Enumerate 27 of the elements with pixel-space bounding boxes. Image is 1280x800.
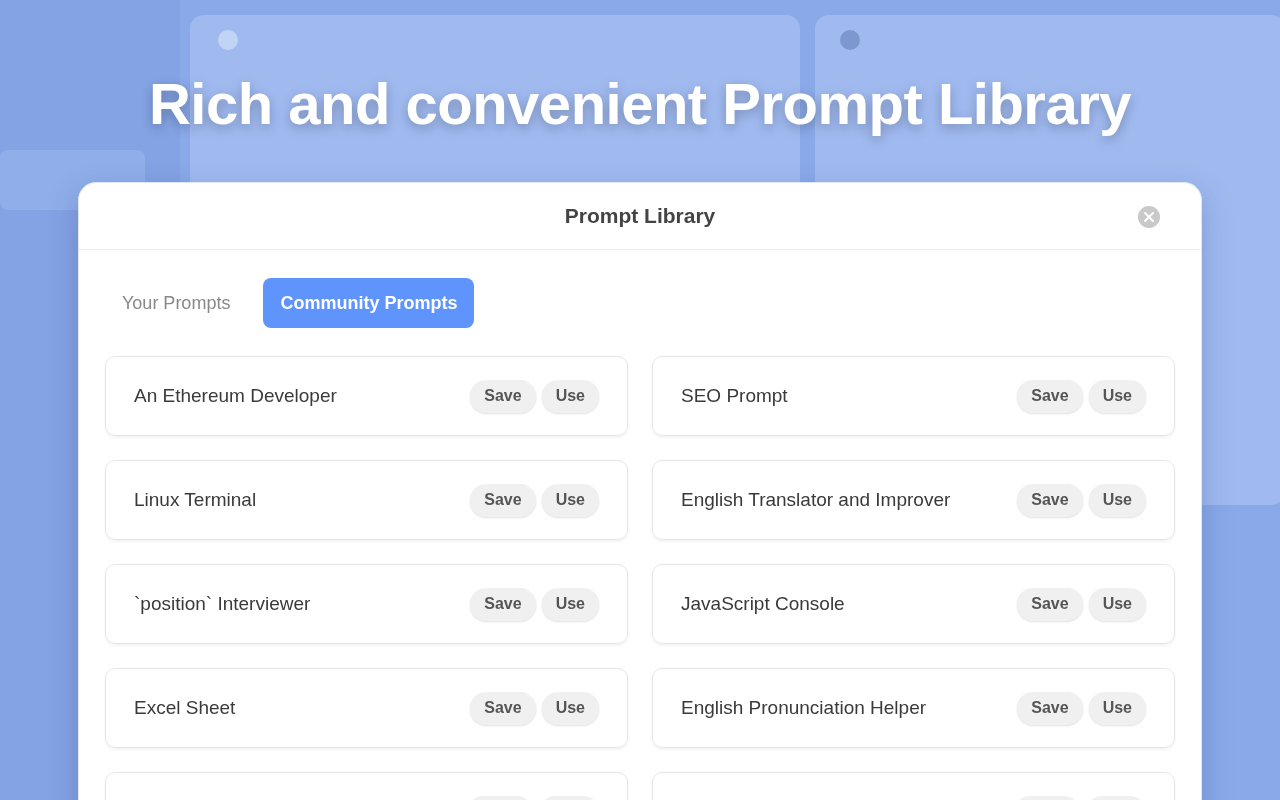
prompt-title: English Translator and Improver xyxy=(681,489,952,511)
dialog-title: Prompt Library xyxy=(564,204,716,228)
prompt-action-button[interactable]: Use xyxy=(1088,483,1146,517)
prompt-action-button[interactable]: Use xyxy=(1088,379,1146,413)
headline: Rich and convenient Prompt Library xyxy=(148,72,1132,136)
prompt-action-button[interactable]: Save xyxy=(470,587,536,621)
prompt-action-button[interactable]: Save xyxy=(470,379,536,413)
prompt-action-button[interactable]: Save xyxy=(1017,587,1083,621)
prompt-title: `position` Interviewer xyxy=(134,593,312,615)
prompt-action-button[interactable]: Use xyxy=(541,483,599,517)
prompt-title: JavaScript Console xyxy=(681,593,846,615)
prompt-action-button[interactable]: Use xyxy=(1088,691,1146,725)
prompt-action-button[interactable]: Use xyxy=(1088,587,1146,621)
tab[interactable]: Your Prompts xyxy=(105,278,248,328)
prompt-action-button[interactable]: Save xyxy=(470,691,536,725)
prompt-action-button[interactable]: Use xyxy=(541,379,599,413)
prompt-action-button[interactable]: Save xyxy=(470,483,536,517)
prompt-action-button[interactable]: Save xyxy=(1017,379,1083,413)
prompt-title: An Ethereum Developer xyxy=(134,385,338,407)
prompt-title: SEO Prompt xyxy=(681,385,789,407)
prompt-title: Excel Sheet xyxy=(134,697,237,719)
prompt-title: English Pronunciation Helper xyxy=(681,697,928,719)
prompt-action-button[interactable]: Use xyxy=(541,587,599,621)
prompt-title: Linux Terminal xyxy=(134,489,258,511)
prompt-action-button[interactable]: Use xyxy=(541,691,599,725)
prompt-action-button[interactable]: Save xyxy=(1017,691,1083,725)
prompt-action-button[interactable]: Save xyxy=(1017,483,1083,517)
